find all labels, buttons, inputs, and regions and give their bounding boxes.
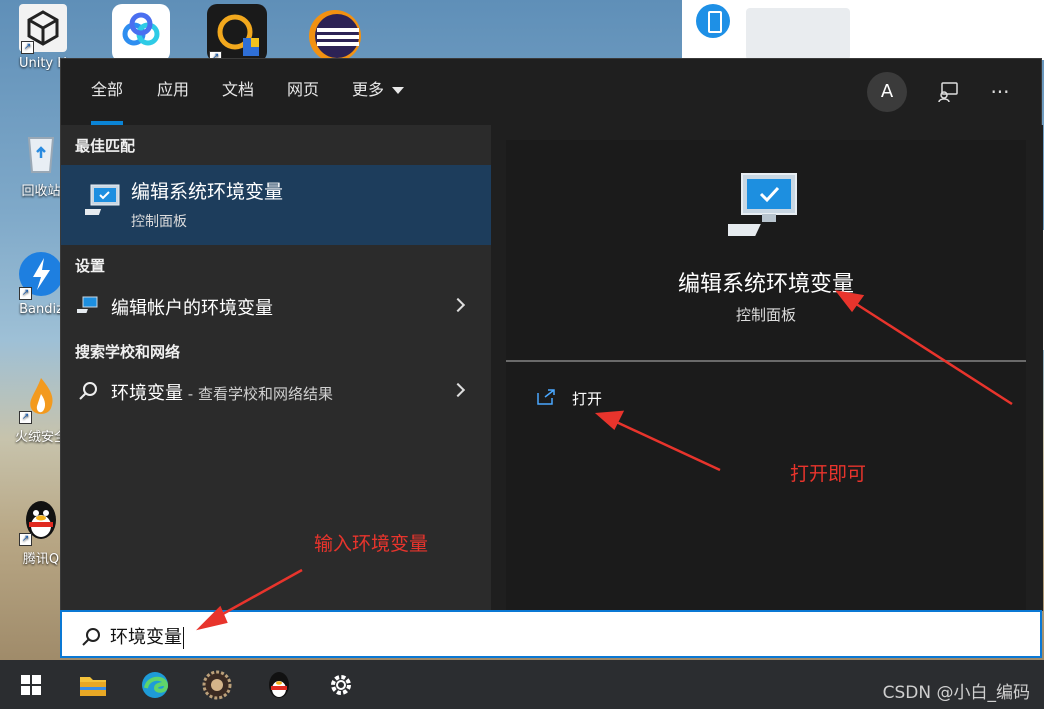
settings-monitor-icon — [72, 295, 101, 321]
recycle-bin-icon — [17, 128, 65, 176]
image-placeholder — [746, 8, 850, 60]
tab-web[interactable]: 网页 — [287, 59, 319, 125]
chevron-down-icon — [392, 87, 405, 94]
desktop-icon-security[interactable]: ↗ — [202, 4, 272, 64]
security-app-icon: ↗ — [207, 4, 267, 64]
section-best-match: 最佳匹配 — [75, 137, 136, 155]
settings-result-label: 编辑帐户的环境变量 — [111, 298, 273, 319]
open-label: 打开 — [572, 390, 603, 408]
huorong-icon: ↗ — [17, 374, 65, 424]
settings-gear-icon[interactable] — [324, 668, 358, 702]
avatar[interactable]: A — [867, 72, 907, 112]
best-match-title: 编辑系统环境变量 — [131, 181, 284, 203]
chevron-right-icon — [450, 297, 466, 313]
taskbar: CSDN @小白_编码 — [0, 660, 1044, 709]
annotation-open-hint: 打开即可 — [790, 463, 867, 485]
web-search-result[interactable]: 环境变量 - 查看学校和网络结果 — [61, 370, 491, 412]
web-search-label: 环境变量 - 查看学校和网络结果 — [111, 379, 333, 405]
section-search-web: 搜索学校和网络 — [75, 343, 181, 361]
qq-icon[interactable] — [262, 668, 296, 702]
tab-apps[interactable]: 应用 — [157, 59, 189, 125]
best-match-result[interactable]: 编辑系统环境变量 控制面板 — [61, 165, 491, 245]
section-settings: 设置 — [75, 257, 106, 275]
settings-result[interactable]: 编辑帐户的环境变量 — [61, 285, 491, 327]
tab-more[interactable]: 更多 — [352, 59, 405, 125]
preview-subtitle: 控制面板 — [735, 306, 796, 324]
preview-pane: 编辑系统环境变量 控制面板 打开 — [491, 125, 1043, 611]
bandizip-icon: ↗ — [17, 250, 65, 300]
search-header: 全部 应用 文档 网页 更多 A ··· — [61, 59, 1041, 125]
chevron-right-icon — [450, 382, 466, 398]
baidu-netdisk-icon — [112, 4, 170, 62]
search-box[interactable]: 环境变量 — [60, 610, 1042, 658]
file-explorer-icon[interactable] — [76, 668, 110, 702]
annotation-input-hint: 输入环境变量 — [314, 533, 429, 555]
web-search-suffix: - 查看学校和网络结果 — [183, 385, 333, 403]
search-panel: 全部 应用 文档 网页 更多 A ··· 最佳匹配 编辑系统环境变量 控制面板 … — [60, 58, 1043, 611]
tab-all[interactable]: 全部 — [91, 59, 124, 125]
preview-divider — [506, 360, 1026, 362]
desktop-icon-eclipse[interactable] — [298, 4, 368, 62]
windows-start-icon[interactable] — [14, 668, 48, 702]
preview-title: 编辑系统环境变量 — [677, 272, 854, 297]
phone-icon — [696, 4, 730, 38]
search-icon — [80, 626, 102, 652]
eclipse-icon — [303, 4, 363, 62]
feedback-icon[interactable] — [933, 77, 963, 107]
edge-icon[interactable] — [138, 668, 172, 702]
search-input[interactable]: 环境变量 — [110, 623, 184, 649]
control-panel-icon — [711, 170, 804, 246]
search-input-value: 环境变量 — [110, 627, 182, 648]
preview-card: 编辑系统环境变量 控制面板 打开 — [506, 140, 1026, 611]
open-external-icon — [536, 388, 556, 410]
more-options-icon[interactable]: ··· — [985, 77, 1015, 107]
text-cursor — [183, 627, 184, 649]
search-icon — [77, 380, 99, 406]
control-panel-icon — [74, 179, 125, 223]
game-icon[interactable] — [200, 668, 234, 702]
web-search-query: 环境变量 — [111, 383, 183, 404]
background-window — [682, 0, 1044, 60]
desktop-icon-netdisk[interactable] — [106, 4, 176, 62]
tab-documents[interactable]: 文档 — [222, 59, 254, 125]
watermark: CSDN @小白_编码 — [882, 683, 1030, 703]
unity-icon: ↗ — [19, 4, 67, 54]
qq-icon: ↗ — [17, 496, 65, 546]
best-match-subtitle: 控制面板 — [131, 214, 187, 230]
